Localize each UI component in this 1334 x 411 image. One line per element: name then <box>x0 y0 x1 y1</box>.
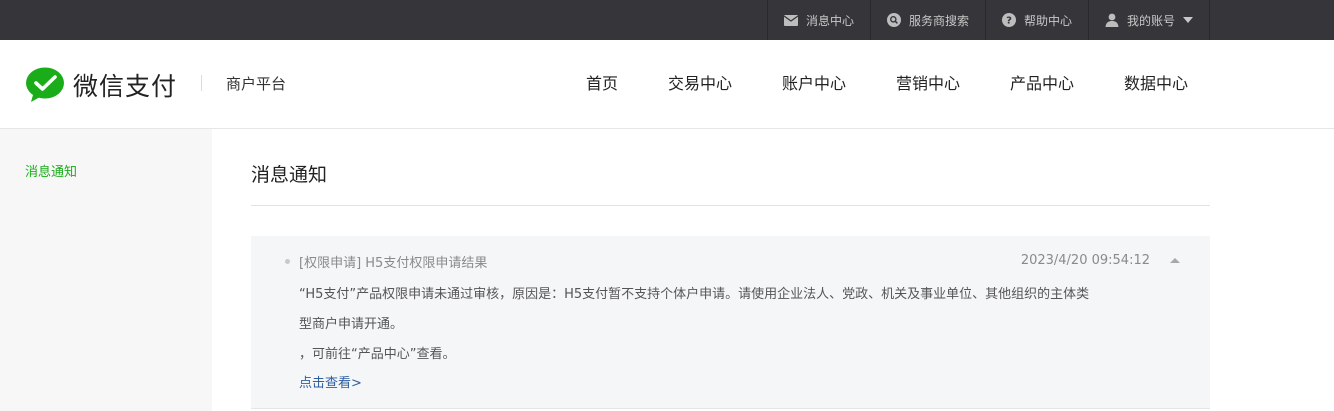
mail-icon <box>783 13 798 27</box>
help-icon: ? <box>1001 13 1016 27</box>
message-item: [权限申请] H5支付权限申请结果 2023/4/20 09:54:12 “H5… <box>251 236 1210 409</box>
message-line: ，可前往“产品中心”查看。 <box>299 347 456 362</box>
topbar-item-provider-search[interactable]: 服务商搜索 <box>869 0 985 40</box>
wechat-pay-logo-icon <box>25 67 65 103</box>
topbar-item-messages[interactable]: 消息中心 <box>766 0 870 40</box>
nav-account[interactable]: 账户中心 <box>782 70 896 94</box>
message-heading[interactable]: [权限申请] H5支付权限申请结果 <box>299 252 487 271</box>
sidebar-item-notifications[interactable]: 消息通知 <box>25 161 77 180</box>
top-utility-bar: 消息中心 服务商搜索 ? 帮助中心 我的账号 <box>0 0 1334 40</box>
message-line: 型商户申请开通。 <box>299 317 404 332</box>
nav-marketing[interactable]: 营销中心 <box>896 70 1010 94</box>
user-icon <box>1105 13 1119 27</box>
chevron-down-icon <box>1183 17 1193 23</box>
nav-transactions[interactable]: 交易中心 <box>668 70 782 94</box>
collapse-arrow-icon[interactable] <box>1170 258 1180 263</box>
main-header: 微信支付 商户平台 首页 交易中心 账户中心 营销中心 产品中心 数据中心 <box>0 40 1334 129</box>
title-divider <box>251 205 1210 206</box>
platform-name: 商户平台 <box>226 75 287 93</box>
topbar-item-help[interactable]: ? 帮助中心 <box>984 0 1088 40</box>
nav-data[interactable]: 数据中心 <box>1124 70 1194 94</box>
search-icon <box>886 13 901 27</box>
topbar-label-messages: 消息中心 <box>805 13 854 28</box>
message-body: “H5支付”产品权限申请未通过审核，原因是：H5支付暂不支持个体户申请。请使用企… <box>299 280 1159 370</box>
view-details-link[interactable]: 点击查看> <box>299 372 362 391</box>
top-utility-items: 消息中心 服务商搜索 ? 帮助中心 我的账号 <box>766 0 1210 40</box>
topbar-item-account[interactable]: 我的账号 <box>1087 0 1210 40</box>
nav-home[interactable]: 首页 <box>586 70 668 94</box>
message-timestamp: 2023/4/20 09:54:12 <box>1020 253 1150 268</box>
nav-products[interactable]: 产品中心 <box>1010 70 1124 94</box>
topbar-label-help: 帮助中心 <box>1023 13 1072 28</box>
page-title: 消息通知 <box>251 164 328 186</box>
svg-text:?: ? <box>1006 16 1012 27</box>
bullet-dot <box>285 259 290 264</box>
topbar-label-provider-search: 服务商搜索 <box>908 13 969 28</box>
sidebar: 消息通知 <box>0 129 212 411</box>
wechat-pay-logo[interactable]: 微信支付 <box>25 67 177 103</box>
brand-name: 微信支付 <box>73 72 178 101</box>
message-line: “H5支付”产品权限申请未通过审核，原因是：H5支付暂不支持个体户申请。请使用企… <box>299 287 1090 302</box>
main-nav: 首页 交易中心 账户中心 营销中心 产品中心 数据中心 <box>586 70 1194 94</box>
topbar-label-account: 我的账号 <box>1126 13 1175 28</box>
header-divider <box>201 75 202 91</box>
